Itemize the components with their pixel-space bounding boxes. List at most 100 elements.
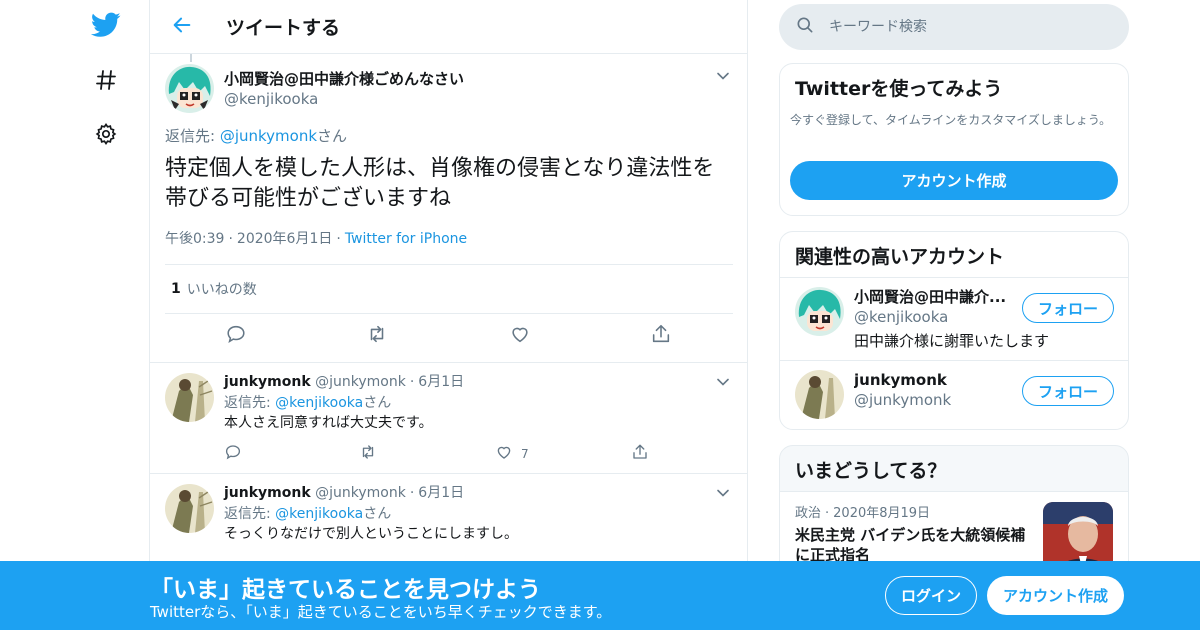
follow-button[interactable]: フォロー [1022,293,1114,323]
likes-count: 1 [171,281,181,297]
tweet-menu-caret[interactable] [713,484,733,504]
account-name[interactable]: 小岡賢治@田中謙介... [854,287,1014,307]
follow-button[interactable]: フォロー [1022,376,1114,406]
signup-button[interactable]: アカウント作成 [987,576,1124,615]
trend-date: 2020年8月19日 [833,506,931,521]
tweet-time[interactable]: 午後0:39 [165,231,224,247]
related-accounts-title: 関連性の高いアカウント [795,246,1005,268]
reply-prefix: 返信先: [224,395,276,411]
search-icon [795,15,815,39]
tweet-menu-caret[interactable] [713,67,733,87]
heart-icon [509,323,531,349]
share-button[interactable] [631,443,649,465]
main-tweet: 小岡賢治@田中謙介様ごめんなさい @kenjikooka 返信先: @junky… [150,54,747,363]
tweet-source-link[interactable]: Twitter for iPhone [345,231,467,247]
tweet-date[interactable]: 6月1日 [418,485,464,501]
twitter-bird-icon [90,12,121,42]
handle[interactable]: @junkymonk [315,374,406,390]
related-accounts-card: 関連性の高いアカウント 小岡賢治@田中謙介... @kenjikooka 田中謙… [779,231,1129,430]
create-account-button[interactable]: アカウント作成 [790,161,1118,200]
mention-link[interactable]: @kenjikooka [275,506,363,522]
page-title: ツイートする [226,17,341,39]
signup-card-desc: 今すぐ登録して、タイムラインをカスタマイズしましょう。 [790,113,1112,127]
avatar[interactable] [795,287,844,336]
avatar[interactable] [165,373,214,422]
tweet-text: そっくりなだけで別人ということにしますし。 [224,526,518,542]
retweet-icon [366,323,388,349]
reply-prefix: 返信先: [224,506,276,522]
display-name[interactable]: junkymonk [224,374,311,390]
reply-to: 返信先: @kenjikookaさん [224,393,733,413]
account-name[interactable]: junkymonk [854,370,1014,390]
reply-to: 返信先: @junkymonkさん [165,125,733,146]
chevron-down-icon [716,485,730,504]
tweet-actions [165,314,733,362]
retweet-button[interactable] [359,443,377,465]
banner-subtitle: Twitterなら、「いま」起きていることをいち早くチェックできます。 [150,603,612,621]
arrow-left-icon [171,14,193,40]
chevron-down-icon [716,374,730,393]
avatar[interactable] [165,484,214,533]
reply-button[interactable] [224,443,242,465]
share-icon [650,323,672,349]
tweet-text: 特定個人を模した人形は、肖像権の侵害となり違法性を帯びる可能性がございますね [165,156,715,211]
left-nav [0,0,150,630]
like-button[interactable] [509,323,531,349]
display-name[interactable]: junkymonk [224,485,311,501]
tweet-menu-caret[interactable] [713,373,733,393]
search-input[interactable] [829,19,1099,35]
twitter-logo-button[interactable] [86,7,126,47]
right-sidebar: Twitterを使ってみよう 今すぐ登録して、タイムラインをカスタマイズしましょ… [779,0,1129,630]
tweet-date[interactable]: 6月1日 [418,374,464,390]
display-name[interactable]: 小岡賢治@田中謙介様ごめんなさい [224,69,464,89]
tweet-meta: 午後0:39 · 2020年6月1日 · Twitter for iPhone [165,231,468,247]
reply-suffix: さん [363,506,392,522]
account-item[interactable]: junkymonk @junkymonk フォロー [780,360,1128,429]
share-icon [631,443,649,465]
tweet-actions: 7 [224,443,684,465]
mention-link[interactable]: @kenjikooka [275,395,363,411]
reply-suffix: さん [317,127,348,145]
banner-title: 「いま」起きていることを見つけよう [150,577,541,603]
back-button[interactable] [168,13,196,41]
trend-category: 政治 [795,506,822,521]
login-button[interactable]: ログイン [885,576,977,615]
retweet-icon [359,443,377,465]
reply-tweet[interactable]: junkymonk @junkymonk · 6月1日 返信先: @kenjikoo… [150,363,747,474]
account-handle[interactable]: @junkymonk [854,390,1014,410]
handle[interactable]: @kenjikooka [224,89,464,109]
trends-title: いまどうしてる？ [795,460,947,482]
tweet-text: 本人さえ同意すれば大丈夫です。 [224,415,433,431]
account-bio: 田中謙介様に謝罪いたします [854,332,1050,350]
account-handle[interactable]: @kenjikooka [854,307,1014,327]
reply-prefix: 返信先: [165,127,220,145]
gear-icon [94,122,118,150]
like-button[interactable]: 7 [495,443,529,465]
avatar[interactable] [165,64,214,113]
reply-suffix: さん [363,395,392,411]
handle[interactable]: @junkymonk [315,485,406,501]
thread-line [190,54,192,62]
settings-button[interactable] [86,116,126,156]
account-item[interactable]: 小岡賢治@田中謙介... @kenjikooka 田中謙介様に謝罪いたします フ… [780,277,1128,360]
explore-button[interactable] [86,62,126,102]
tweet-stats[interactable]: 1 いいねの数 [165,264,733,314]
hashtag-icon [94,68,118,96]
mention-link[interactable]: @junkymonk [220,127,317,145]
timeline-column: ツイートする 小岡賢治@田中謙介様ごめんなさい @kenjikooka 返信先:… [149,0,748,630]
likes-label: いいねの数 [186,282,257,298]
retweet-button[interactable] [366,323,388,349]
signup-card-title: Twitterを使ってみよう [795,78,1003,100]
search-box[interactable] [779,4,1129,50]
reply-to: 返信先: @kenjikookaさん [224,504,733,524]
share-button[interactable] [650,323,672,349]
heart-icon [495,443,513,465]
tweet-date[interactable]: 2020年6月1日 [237,231,332,247]
reply-button[interactable] [225,323,247,349]
reply-icon [225,323,247,349]
timeline-header: ツイートする [150,0,747,54]
reply-icon [224,443,242,465]
like-count: 7 [521,447,529,461]
trend-headline: 米民主党 バイデン氏を大統領候補に正式指名 [795,526,1026,564]
avatar[interactable] [795,370,844,419]
